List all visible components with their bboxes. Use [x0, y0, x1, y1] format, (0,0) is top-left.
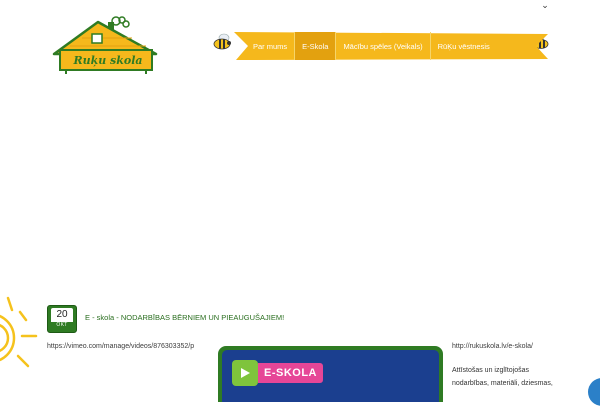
date-day: 20 [56, 309, 68, 320]
post-title[interactable]: E - skola - NODARBĪBAS BĒRNIEM UN PIEAUG… [85, 313, 284, 322]
nav-item-macibu-speles[interactable]: Mācību spēles (Veikals) [336, 32, 429, 60]
date-month: OKT [51, 322, 73, 329]
play-icon[interactable] [232, 360, 258, 386]
chevron-down-icon[interactable]: ⌄ [538, 0, 552, 10]
eskola-badge: E-SKOLA [232, 360, 323, 386]
description-line: nodarbības, materiāli, dziesmas, [452, 380, 553, 387]
sun-decoration-icon [0, 292, 44, 372]
bee-icon [210, 30, 236, 52]
logo-text: Ruķu skola [73, 53, 143, 67]
video-link[interactable]: https://vimeo.com/manage/videos/87630335… [47, 343, 194, 350]
description-text: Attīstošas un izglītojošas nodarbības, m… [452, 364, 562, 390]
eskola-badge-label: E-SKOLA [258, 363, 323, 383]
main-nav: Par mums E-Skola Mācību spēles (Veikals)… [234, 32, 548, 60]
date-badge-inner: 20 OKT [51, 308, 73, 329]
description-line: Attīstošas un izglītojošas [452, 367, 530, 374]
site-link[interactable]: http://rukuskola.lv/e-skola/ [452, 343, 533, 350]
logo[interactable]: Ruķu skola [48, 16, 168, 78]
floating-action-button[interactable] [588, 378, 600, 406]
video-card[interactable]: E-SKOLA [218, 346, 443, 402]
nav-item-e-skola[interactable]: E-Skola [295, 32, 336, 60]
nav-item-ruku-vestnesis[interactable]: RūĶu vēstnesis [431, 32, 497, 60]
logo-house-icon [52, 16, 158, 74]
nav-items: Par mums E-Skola Mācību spēles (Veikals)… [246, 32, 536, 60]
video-thumbnail[interactable]: E-SKOLA [222, 350, 439, 402]
nav-item-par-mums[interactable]: Par mums [246, 32, 294, 60]
date-badge: 20 OKT [47, 305, 77, 333]
